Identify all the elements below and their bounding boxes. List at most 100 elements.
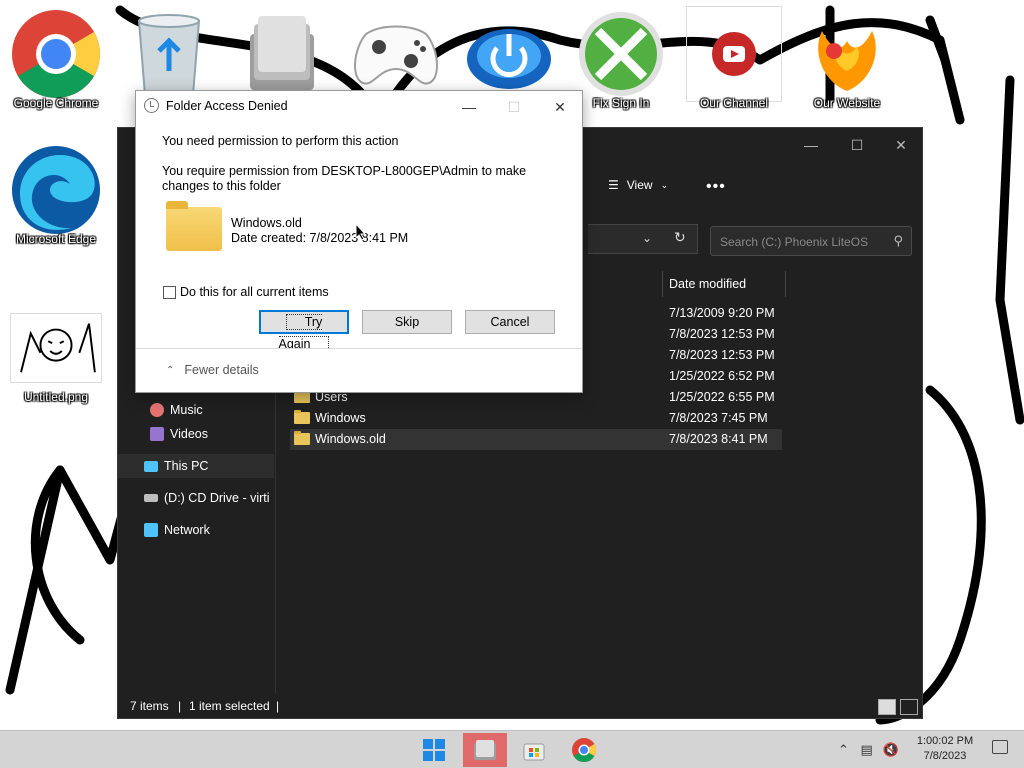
desktop-icon-google-chrome[interactable]: Google Chrome — [4, 6, 108, 110]
folder-icon — [294, 431, 310, 445]
nav-item-label: This PC — [164, 459, 209, 473]
file-date: 7/13/2009 9:20 PM — [669, 306, 775, 320]
desktop-icon-file-cabinet[interactable] — [230, 6, 334, 102]
chevron-down-icon[interactable]: ⌄ — [642, 231, 652, 245]
network-icon[interactable]: ▤ — [861, 742, 873, 757]
search-placeholder: Search (C:) Phoenix LiteOS — [720, 235, 869, 249]
view-button[interactable]: ☰ View ⌄ — [608, 178, 668, 192]
apply-to-all-checkbox[interactable] — [163, 286, 176, 299]
cd-drive-icon — [144, 494, 158, 502]
volume-muted-icon[interactable]: 🔇 — [882, 742, 898, 757]
folder-access-denied-dialog: Folder Access Denied — ☐ ✕ You need perm… — [135, 90, 583, 393]
desktop-icon-label: Microsoft Edge — [15, 232, 97, 246]
file-date: 1/25/2022 6:52 PM — [669, 369, 775, 383]
start-button[interactable] — [412, 733, 456, 767]
taskbar-store[interactable] — [512, 733, 556, 767]
desktop-icon-gamepad[interactable] — [344, 6, 448, 102]
power-button-icon — [461, 6, 557, 102]
fewer-details-button[interactable]: ⌃ Fewer details — [166, 363, 259, 377]
dialog-folder-name: Windows.old — [231, 216, 302, 230]
dialog-minimize-button[interactable]: — — [456, 97, 482, 117]
store-icon — [523, 743, 545, 761]
column-header-date-modified[interactable]: Date modified — [662, 271, 786, 297]
status-item-count: 7 items — [130, 699, 169, 713]
file-cabinet-icon — [234, 6, 330, 102]
status-selected-count: 1 item selected — [189, 699, 270, 713]
desktop-icon-our-channel[interactable]: Our Channel — [682, 6, 786, 110]
file-row-selected[interactable]: Windows.old 7/8/2023 8:41 PM — [290, 429, 782, 450]
nav-item-network[interactable]: Network — [118, 518, 274, 542]
explorer-close-button[interactable]: ✕ — [886, 134, 916, 156]
desktop-icon-our-website[interactable]: Our Website — [795, 6, 899, 110]
dialog-titlebar: Folder Access Denied — [144, 98, 288, 113]
chrome-icon — [572, 738, 597, 763]
file-name: Windows.old — [315, 432, 386, 446]
file-date: 7/8/2023 12:53 PM — [669, 327, 775, 341]
taskbar-chrome[interactable] — [562, 733, 606, 767]
dialog-maximize-button: ☐ — [507, 99, 521, 115]
explorer-minimize-button[interactable]: — — [796, 134, 826, 156]
phoenix-icon — [799, 6, 895, 102]
nav-item-label: (D:) CD Drive - virti — [164, 491, 270, 505]
system-tray[interactable]: ⌃ ▤ 🔇 — [838, 742, 899, 758]
videos-icon — [150, 427, 164, 441]
search-box[interactable]: Search (C:) Phoenix LiteOS ⚲ — [710, 226, 912, 256]
nav-item-cd-drive[interactable]: (D:) CD Drive - virti — [118, 486, 274, 510]
fewer-details-label: Fewer details — [184, 363, 259, 377]
search-icon: ⚲ — [893, 233, 903, 248]
taskbar-clock[interactable]: 1:00:02 PM 7/8/2023 — [912, 734, 978, 764]
chevron-up-icon[interactable]: ⌃ — [838, 742, 849, 757]
tiles-view-button[interactable] — [900, 699, 918, 715]
desktop-icon-label: Google Chrome — [13, 96, 99, 110]
drawing-thumbnail-icon — [8, 300, 104, 396]
clock-date: 7/8/2023 — [923, 750, 967, 762]
status-divider: | — [178, 699, 182, 713]
nav-item-label: Videos — [170, 427, 208, 441]
desktop-icon-recycle-bin[interactable] — [117, 6, 221, 102]
gamepad-icon — [348, 6, 444, 102]
nav-item-videos[interactable]: Videos — [118, 422, 274, 446]
dialog-heading: You need permission to perform this acti… — [162, 134, 399, 148]
navigation-pane: Music Videos This PC (D:) CD Drive - vir… — [118, 393, 276, 693]
explorer-maximize-button[interactable]: ☐ — [842, 134, 872, 156]
folder-icon — [294, 410, 310, 424]
file-row[interactable]: Windows 7/8/2023 7:45 PM — [290, 408, 782, 429]
nav-item-music[interactable]: Music — [118, 398, 274, 422]
details-view-button[interactable] — [878, 699, 896, 715]
desktop-icon-microsoft-edge[interactable]: Microsoft Edge — [4, 142, 108, 246]
desktop-icon-untitled-png[interactable]: Untitled.png — [4, 300, 108, 404]
taskbar: ⌃ ▤ 🔇 1:00:02 PM 7/8/2023 — [0, 730, 1024, 768]
refresh-icon[interactable]: ↻ — [674, 229, 686, 246]
music-icon — [150, 403, 164, 417]
status-divider: | — [276, 699, 280, 713]
dialog-date-created: Date created: 7/8/2023 8:41 PM — [231, 231, 409, 245]
skip-button[interactable]: Skip — [362, 310, 452, 334]
clock-time: 1:00:02 PM — [916, 735, 974, 747]
folder-icon — [166, 201, 222, 251]
clock-icon — [144, 98, 159, 113]
file-date: 7/8/2023 7:45 PM — [669, 411, 768, 425]
nav-item-label: Network — [164, 523, 210, 537]
edge-icon — [8, 142, 104, 238]
address-bar[interactable]: ⌄ ↻ — [588, 224, 698, 254]
more-options-button[interactable]: ••• — [706, 178, 726, 196]
view-button-label: View — [626, 178, 653, 192]
file-name: Windows — [315, 411, 366, 425]
file-date: 1/25/2022 6:55 PM — [669, 390, 775, 404]
xbox-icon — [573, 6, 669, 102]
notification-icon[interactable] — [992, 740, 1008, 754]
desktop-icon-fix-sign-in[interactable]: Fix Sign In — [569, 6, 673, 110]
nav-item-this-pc[interactable]: This PC — [118, 454, 274, 478]
cancel-button[interactable]: Cancel — [465, 310, 555, 334]
taskbar-file-explorer[interactable] — [463, 733, 507, 767]
start-icon — [423, 739, 445, 761]
apply-to-all-label: Do this for all current items — [180, 285, 329, 299]
file-date: 7/8/2023 8:41 PM — [669, 432, 768, 446]
try-again-button[interactable]: Try Again — [259, 310, 349, 352]
dialog-close-button[interactable]: ✕ — [547, 97, 573, 117]
try-again-label: Try Again — [278, 314, 330, 352]
desktop-icon-label: Untitled.png — [23, 390, 89, 404]
recycle-bin-icon — [121, 6, 217, 102]
desktop-icon-power[interactable] — [457, 6, 561, 102]
file-date: 7/8/2023 12:53 PM — [669, 348, 775, 362]
